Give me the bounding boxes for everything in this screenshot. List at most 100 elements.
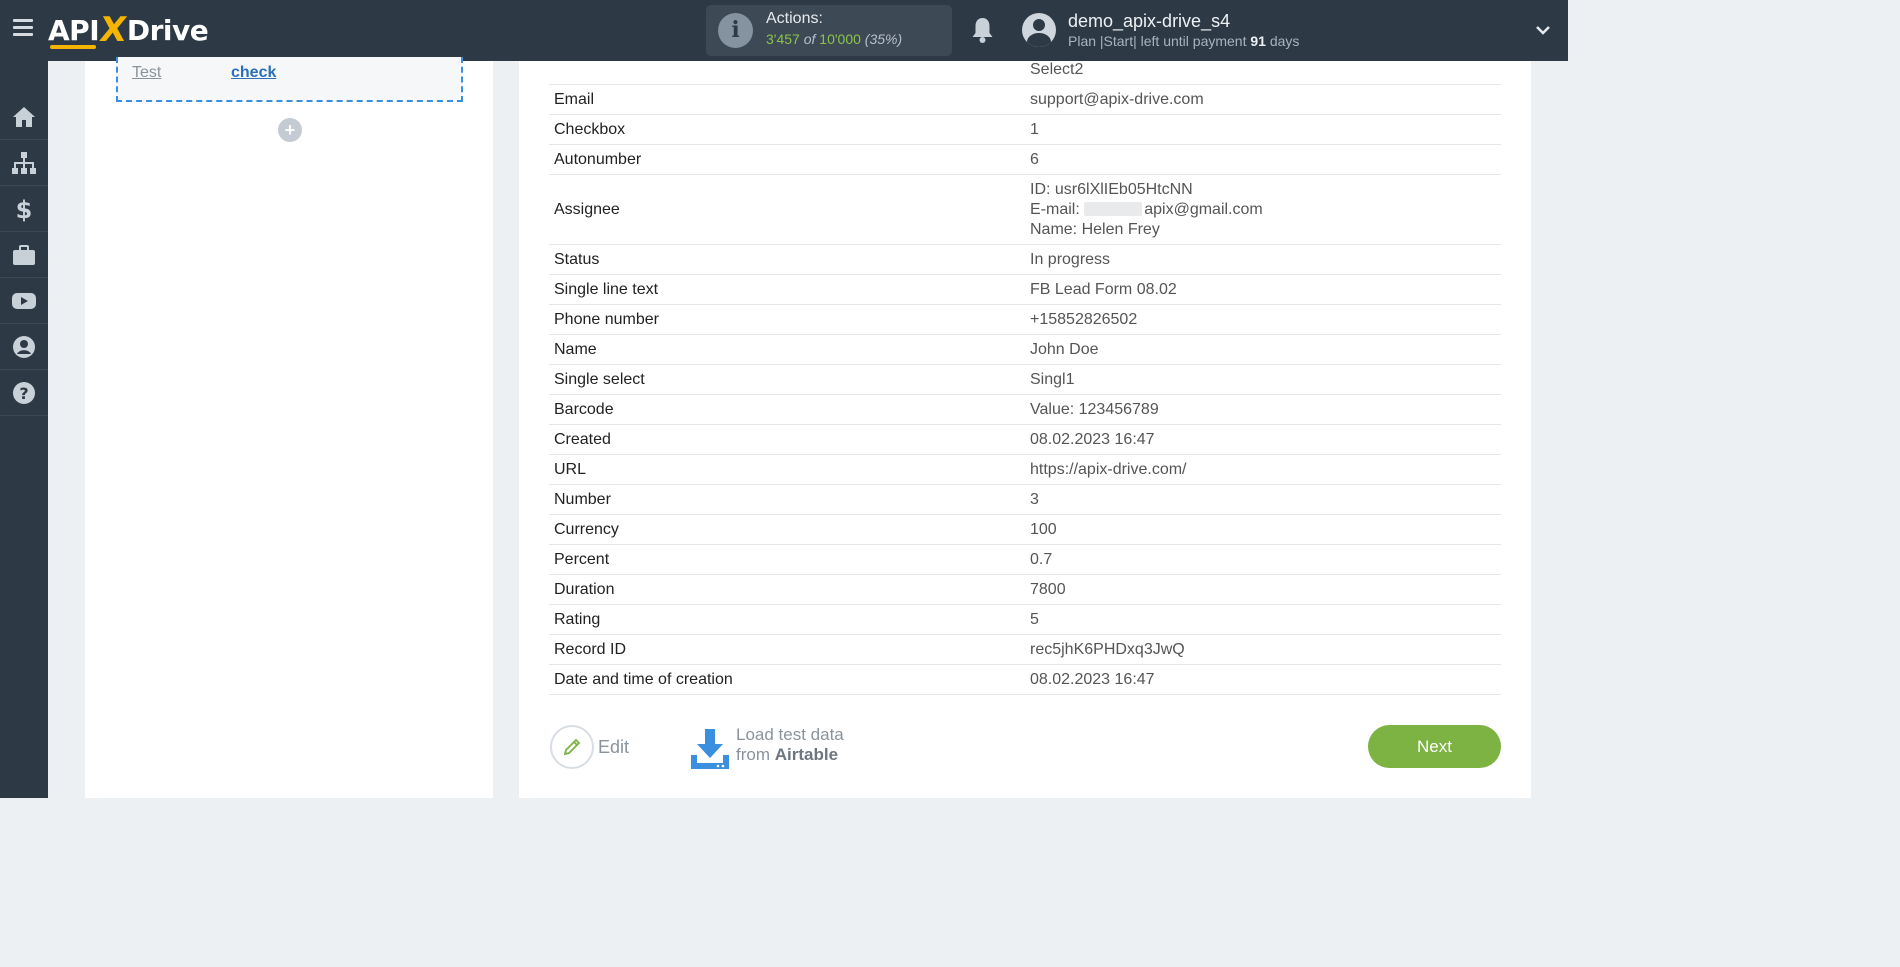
next-button[interactable]: Next xyxy=(1368,725,1501,768)
field-value: rec5jhK6PHDxq3JwQ xyxy=(1030,640,1185,658)
youtube-icon xyxy=(12,292,36,309)
field-name: Phone number xyxy=(554,310,659,328)
sidebar-item-videos[interactable] xyxy=(0,278,48,324)
field-value: 1 xyxy=(1030,120,1039,138)
field-name: Autonumber xyxy=(554,150,642,168)
top-bar: API X Drive i Actions: 3'457 of 10'000 (35… xyxy=(0,0,1568,61)
field-value-partial: Select2 xyxy=(1030,61,1084,78)
table-row: Status In progress xyxy=(549,244,1501,275)
logo-prefix: API xyxy=(48,13,100,47)
svg-text:$: $ xyxy=(16,196,33,222)
table-row: Assignee ID: usr6lXlIEb05HtcNN E-mail: a… xyxy=(549,174,1501,245)
field-value: In progress xyxy=(1030,250,1111,268)
assignee-email-label: E-mail: xyxy=(1030,200,1080,218)
assignee-name: Name: Helen Frey xyxy=(1030,220,1160,238)
field-name: Rating xyxy=(554,610,601,628)
table-row: Single select Singl1 xyxy=(549,364,1501,395)
left-panel: Test check + xyxy=(85,57,493,798)
field-name: Created xyxy=(554,430,611,448)
load-prefix: from xyxy=(736,745,770,764)
chevron-down-icon[interactable] xyxy=(1536,23,1550,37)
briefcase-icon xyxy=(13,244,35,265)
table-row: Duration 7800 xyxy=(549,574,1501,605)
logo-suffix: Drive xyxy=(126,13,209,47)
plan-text: Plan |Start| left until payment xyxy=(1068,33,1247,49)
svg-text:?: ? xyxy=(19,384,28,403)
field-name: Duration xyxy=(554,580,615,598)
edit-label[interactable]: Edit xyxy=(598,737,629,758)
field-value: https://apix-drive.com/ xyxy=(1030,460,1187,478)
plan-days: 91 xyxy=(1250,33,1266,49)
sidebar-item-billing[interactable]: $ xyxy=(0,186,48,232)
sidebar-item-projects[interactable] xyxy=(0,232,48,278)
table-row: Record ID rec5jhK6PHDxq3JwQ xyxy=(549,634,1501,665)
table-row: Phone number +15852826502 xyxy=(549,304,1501,335)
table-row: Created 08.02.2023 16:47 xyxy=(549,424,1501,455)
sidebar: $ ? xyxy=(0,61,48,798)
plan-days-suffix: days xyxy=(1269,33,1300,49)
sidebar-item-home[interactable] xyxy=(0,94,48,140)
field-value: Value: 123456789 xyxy=(1030,400,1159,418)
field-name: Currency xyxy=(554,520,619,538)
field-value: John Doe xyxy=(1030,340,1099,358)
load-line2: from Airtable xyxy=(736,745,844,765)
table-row: Name John Doe xyxy=(549,334,1501,365)
logo-x: X xyxy=(97,10,129,50)
field-value: 5 xyxy=(1030,610,1039,628)
avatar[interactable] xyxy=(1022,13,1056,47)
field-name: Barcode xyxy=(554,400,614,418)
test-data-table: Email support@apix-drive.com Checkbox 1 Au… xyxy=(549,84,1501,695)
field-value: 0.7 xyxy=(1030,550,1053,568)
table-row: Number 3 xyxy=(549,484,1501,515)
redacted-block xyxy=(1084,202,1143,217)
sitemap-icon xyxy=(12,151,36,174)
field-name: Assignee xyxy=(554,200,620,218)
field-name: Single select xyxy=(554,370,645,388)
load-source: Airtable xyxy=(774,745,839,764)
load-line1: Load test data xyxy=(736,725,844,744)
actions-used: 3'457 xyxy=(766,31,800,47)
field-name: Status xyxy=(554,250,600,268)
assignee-email: E-mail: apix@gmail.com xyxy=(1030,200,1496,220)
field-value: support@apix-drive.com xyxy=(1030,90,1204,108)
edit-button[interactable] xyxy=(550,725,594,769)
field-value: 100 xyxy=(1030,520,1057,538)
field-name: Record ID xyxy=(554,640,627,658)
field-value: 3 xyxy=(1030,490,1039,508)
field-name: Number xyxy=(554,490,611,508)
sidebar-item-connections[interactable] xyxy=(0,140,48,186)
actions-label: Actions: xyxy=(766,10,823,27)
sidebar-item-profile[interactable] xyxy=(0,324,48,370)
test-label[interactable]: Test xyxy=(132,64,161,82)
field-name: Email xyxy=(554,90,595,108)
field-value: Singl1 xyxy=(1030,370,1075,388)
table-row: Percent 0.7 xyxy=(549,544,1501,575)
check-link[interactable]: check xyxy=(231,64,276,82)
right-panel: Select2 Email support@apix-drive.com Chec… xyxy=(519,61,1531,798)
field-value: +15852826502 xyxy=(1030,310,1138,328)
actions-counter: i Actions: 3'457 of 10'000 (35%) xyxy=(706,5,952,56)
logo[interactable]: API X Drive xyxy=(48,10,209,50)
download-icon[interactable] xyxy=(689,727,731,771)
user-plan: Plan |Start| left until payment 91 days xyxy=(1068,33,1299,49)
actions-total: 10'000 xyxy=(819,31,861,47)
table-row: Barcode Value: 123456789 xyxy=(549,394,1501,425)
actions-percent: (35%) xyxy=(864,31,903,47)
load-test-data-button[interactable]: Load test data from Airtable xyxy=(736,725,844,765)
field-name: Single line text xyxy=(554,280,659,298)
selected-block[interactable]: Test check xyxy=(116,57,463,102)
user-name[interactable]: demo_apix-drive_s4 xyxy=(1068,11,1230,32)
home-icon xyxy=(13,106,35,127)
table-row: Date and time of creation 08.02.2023 16:4… xyxy=(549,664,1501,695)
field-name: Checkbox xyxy=(554,120,626,138)
bell-icon[interactable] xyxy=(970,16,995,44)
field-value: ID: usr6lXlIEb05HtcNN E-mail: apix@gmail… xyxy=(1025,175,1501,245)
assignee-id: ID: usr6lXlIEb05HtcNN xyxy=(1030,180,1193,198)
field-value: 08.02.2023 16:47 xyxy=(1030,430,1155,448)
menu-icon[interactable] xyxy=(13,19,33,37)
dollar-icon: $ xyxy=(16,196,33,222)
field-value: 6 xyxy=(1030,150,1039,168)
add-block-button[interactable]: + xyxy=(278,118,302,142)
sidebar-item-help[interactable]: ? xyxy=(0,370,48,416)
info-icon: i xyxy=(718,13,753,48)
